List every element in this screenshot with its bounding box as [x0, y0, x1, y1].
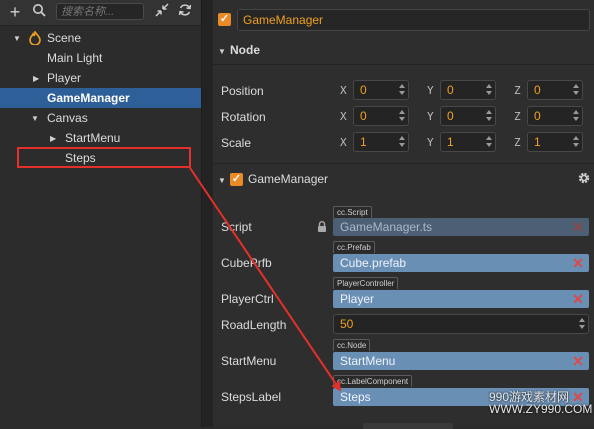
watermark-url: WWW.ZY990.COM: [489, 402, 593, 416]
drag-arrow: [189, 167, 342, 392]
